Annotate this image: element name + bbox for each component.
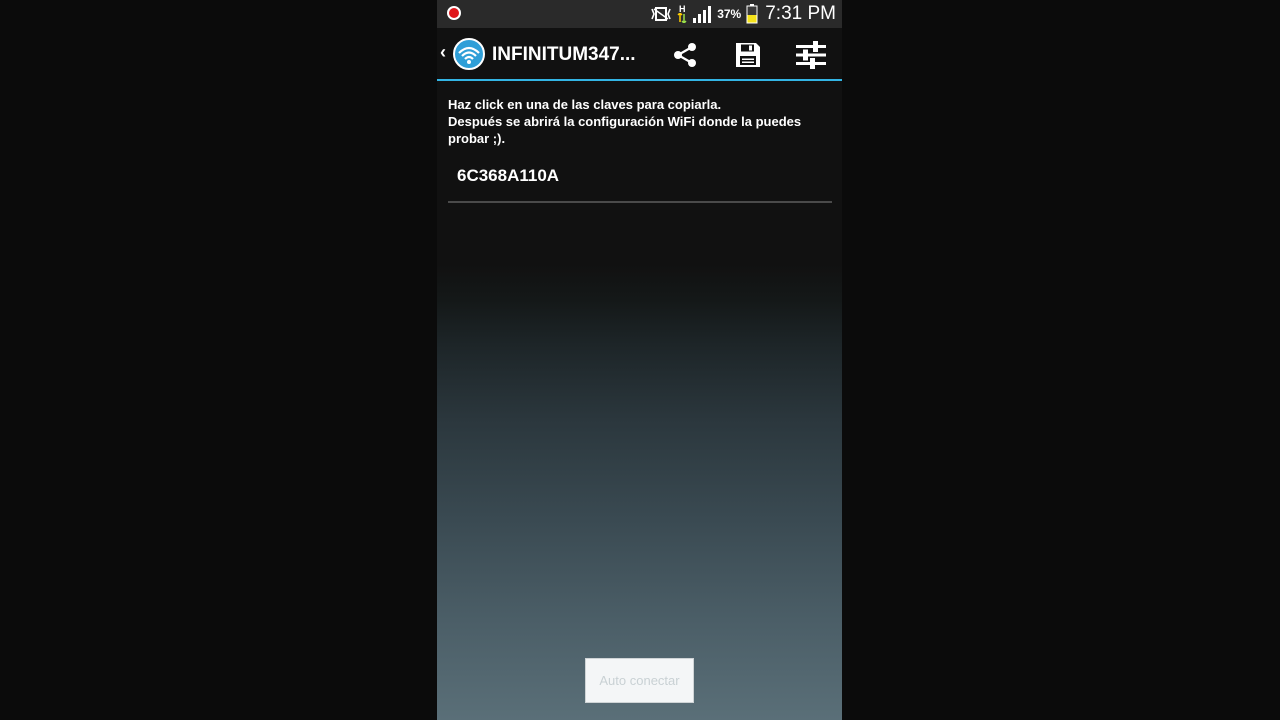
list-item-key[interactable]: 6C368A110A	[448, 154, 832, 203]
battery-percent: 37%	[717, 7, 742, 21]
instructions-text: Haz click en una de las claves para copi…	[448, 96, 833, 147]
vibrate-icon	[651, 7, 671, 21]
battery-icon	[746, 4, 758, 24]
signal-icon	[693, 6, 712, 23]
instruction-line: Haz click en una de las claves para copi…	[448, 97, 722, 112]
record-icon	[447, 6, 461, 20]
auto-connect-button[interactable]: Auto conectar	[585, 658, 694, 703]
page-title: INFINITUM347...	[492, 44, 636, 65]
key-value: 6C368A110A	[457, 166, 560, 185]
save-button[interactable]	[731, 38, 765, 72]
back-icon[interactable]: ‹	[440, 42, 446, 63]
network-type: H	[678, 4, 686, 14]
phone-screen: H 37% 7:31 PM ‹ INFINITUM347... Haz clic…	[437, 0, 842, 720]
share-button[interactable]	[668, 38, 702, 72]
status-icons: H 37% 7:31 PM	[650, 0, 836, 28]
status-bar: H 37% 7:31 PM	[437, 0, 842, 28]
settings-button[interactable]	[794, 38, 828, 72]
share-icon	[674, 43, 696, 67]
wifi-app-icon[interactable]	[453, 38, 485, 70]
data-arrows-icon: H	[677, 5, 687, 23]
sliders-icon	[796, 41, 826, 69]
status-clock: 7:31 PM	[765, 3, 836, 24]
save-icon	[736, 43, 760, 67]
instruction-line: Después se abrirá la configuración WiFi …	[448, 114, 805, 146]
action-bar: ‹ INFINITUM347...	[437, 28, 842, 81]
